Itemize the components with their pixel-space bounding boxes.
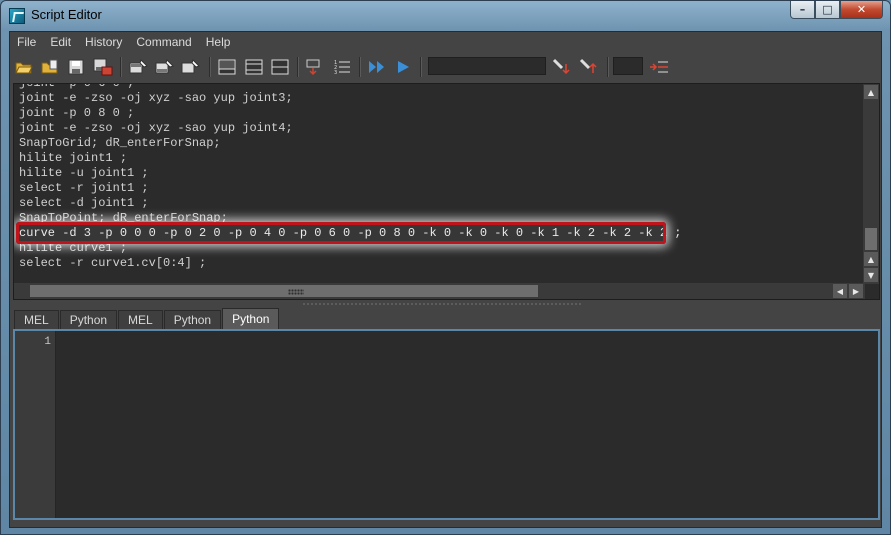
close-button[interactable]: ✕: [840, 1, 883, 19]
toolbar-separator: [607, 57, 609, 77]
pane-splitter[interactable]: [302, 302, 582, 306]
scroll-right-arrow-icon[interactable]: ▶: [849, 284, 863, 298]
line-number: 1: [44, 336, 51, 348]
history-line: select -r curve1.cv[0:4] ;: [19, 256, 207, 270]
history-line: select -d joint1 ;: [19, 196, 149, 210]
tab-python[interactable]: Python: [59, 310, 118, 329]
line-numbers-icon[interactable]: 123: [331, 56, 353, 78]
search-field[interactable]: [428, 57, 546, 75]
maximize-button[interactable]: □: [815, 1, 840, 19]
svg-text:3: 3: [334, 70, 337, 76]
scroll-left-arrow-icon[interactable]: ◀: [833, 284, 847, 298]
window-title: Script Editor: [31, 7, 102, 22]
minimize-button[interactable]: –: [790, 1, 815, 19]
menu-command[interactable]: Command: [129, 32, 198, 52]
tab-mel[interactable]: MEL: [118, 310, 163, 329]
history-vertical-scrollbar[interactable]: ▲ ▲ ▼: [863, 84, 879, 284]
history-line: joint -p 0 6 0 ;: [19, 83, 135, 90]
show-input-only-icon[interactable]: [243, 56, 265, 78]
title-bar[interactable]: Script Editor – □ ✕: [1, 1, 890, 29]
window-controls: – □ ✕: [790, 1, 883, 19]
show-both-icon[interactable]: [269, 56, 291, 78]
clear-input-icon[interactable]: [154, 56, 176, 78]
scroll-up-arrow-icon[interactable]: ▲: [864, 252, 878, 266]
script-tabs: MEL Python MEL Python Python: [14, 308, 280, 329]
source-script-icon[interactable]: [39, 56, 61, 78]
history-line: joint -p 0 8 0 ;: [19, 106, 135, 120]
script-editor-window: Script Editor – □ ✕ File Edit History Co…: [0, 0, 891, 535]
tab-python-active[interactable]: Python: [222, 308, 280, 329]
open-script-icon[interactable]: [13, 56, 35, 78]
search-up-icon[interactable]: [578, 56, 600, 78]
echo-all-commands-icon[interactable]: [303, 56, 325, 78]
history-line: joint -e -zso -oj xyz -sao yup joint3;: [19, 91, 293, 105]
clear-all-icon[interactable]: [180, 56, 202, 78]
script-input-editor[interactable]: 1: [13, 329, 880, 520]
menu-edit[interactable]: Edit: [43, 32, 78, 52]
history-pane[interactable]: joint -p 0 6 0 ; joint -e -zso -oj xyz -…: [13, 83, 880, 300]
history-horizontal-scrollbar[interactable]: ◀ ▶: [14, 283, 865, 299]
save-to-shelf-icon[interactable]: [92, 56, 114, 78]
toolbar-separator: [359, 57, 361, 77]
scroll-up-arrow-icon[interactable]: ▲: [864, 85, 878, 99]
scroll-grip: [288, 289, 304, 295]
app-area: File Edit History Command Help 1 2 3 joi…: [9, 31, 882, 528]
goto-line-icon[interactable]: [648, 56, 670, 78]
execute-icon[interactable]: [392, 56, 414, 78]
history-line: joint -e -zso -oj xyz -sao yup joint4;: [19, 121, 293, 135]
tab-python[interactable]: Python: [163, 310, 222, 329]
vertical-scroll-thumb[interactable]: [865, 228, 877, 250]
scroll-down-arrow-icon[interactable]: ▼: [864, 268, 878, 282]
toolbar-separator: [420, 57, 422, 77]
horizontal-scroll-thumb[interactable]: [30, 285, 538, 297]
highlight-annotation-box: [16, 222, 666, 244]
goto-line-field[interactable]: [613, 57, 643, 75]
toolbar-separator: [209, 57, 211, 77]
maya-app-icon: [9, 8, 25, 24]
history-line: select -r joint1 ;: [19, 181, 149, 195]
line-number-gutter: 1: [15, 331, 56, 518]
menu-bar: File Edit History Command Help: [10, 32, 881, 52]
execute-all-icon[interactable]: [366, 56, 388, 78]
toolbar-separator: [120, 57, 122, 77]
menu-history[interactable]: History: [78, 32, 129, 52]
history-line: SnapToGrid; dR_enterForSnap;: [19, 136, 221, 150]
clear-history-icon[interactable]: [128, 56, 150, 78]
tab-mel[interactable]: MEL: [14, 310, 59, 329]
history-line: hilite -u joint1 ;: [19, 166, 149, 180]
toolbar-separator: [297, 57, 299, 77]
menu-help[interactable]: Help: [199, 32, 238, 52]
show-history-only-icon[interactable]: [216, 56, 238, 78]
toolbar: 123: [10, 53, 881, 81]
menu-file[interactable]: File: [10, 32, 43, 52]
history-line: hilite joint1 ;: [19, 151, 128, 165]
save-script-icon[interactable]: [65, 56, 87, 78]
search-down-icon[interactable]: [551, 56, 573, 78]
